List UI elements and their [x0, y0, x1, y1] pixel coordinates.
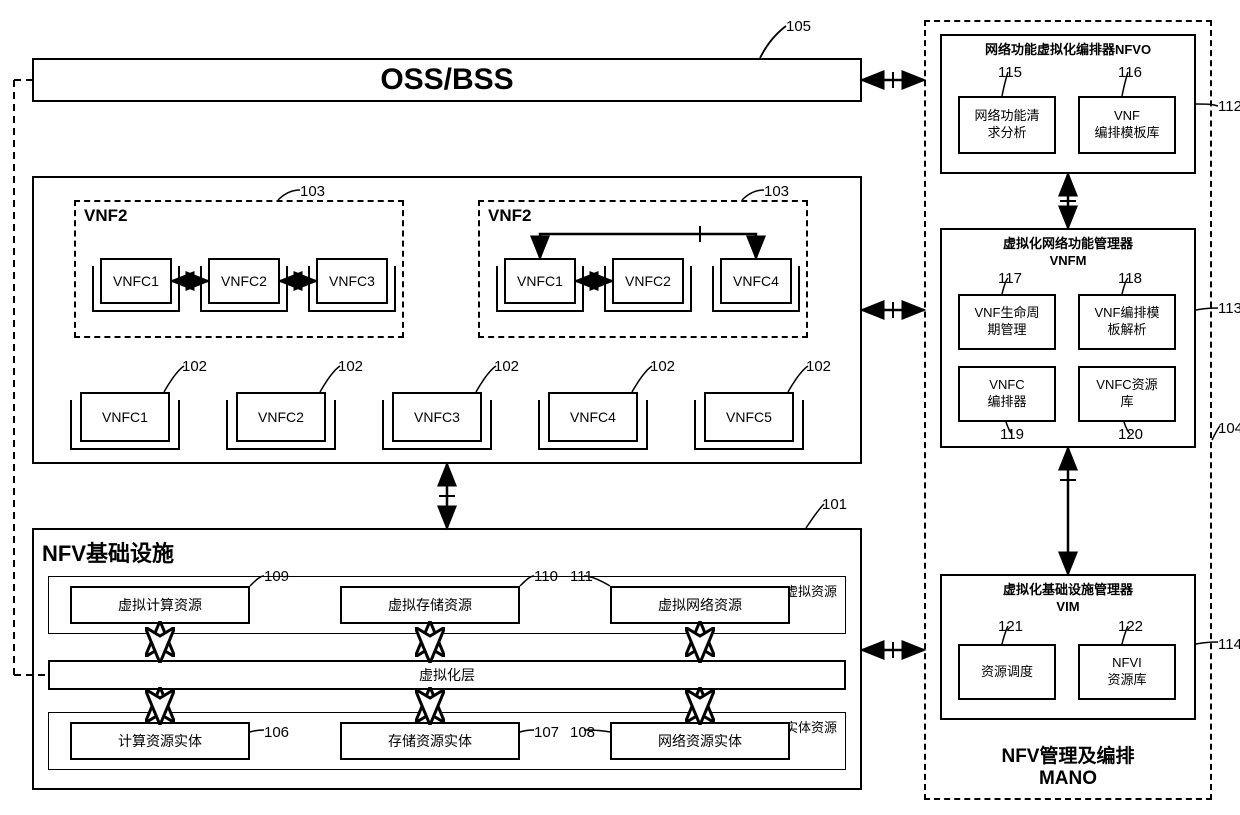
ref-101: 101 [822, 496, 847, 513]
vnfc-g1-3-tray [308, 266, 396, 312]
nfvo-sub-2: VNF 编排模板库 [1078, 96, 1176, 154]
nfvo-title: 网络功能虚拟化编排器NFVO [985, 42, 1151, 59]
virtual-resources-label: 虚拟资源 [785, 581, 837, 600]
nfvi-title: NFV基础设施 [42, 536, 174, 568]
vnf-group-2-title: VNF2 [488, 206, 531, 226]
ref-109: 109 [264, 568, 289, 585]
ref-105: 105 [786, 18, 811, 35]
vnfc-g2-2-tray [604, 266, 692, 312]
physical-res-2: 存储资源实体 [340, 722, 520, 760]
virtual-res-2: 虚拟存储资源 [340, 586, 520, 624]
vnfc-row-5-tray [694, 400, 804, 450]
ref-110: 110 [534, 568, 558, 585]
vnfc-g1-1-tray [92, 266, 180, 312]
ref-120: 120 [1118, 426, 1143, 443]
ref-116: 116 [1118, 64, 1142, 81]
vnfm-sub-3: VNFC 编排器 [958, 366, 1056, 422]
vnfm-sub-4: VNFC资源 库 [1078, 366, 1176, 422]
vnfm-title: 虚拟化网络功能管理器 VNFM [1003, 236, 1133, 270]
ref-102-2: 102 [338, 358, 363, 375]
vnfm-sub-2: VNF编排模 板解析 [1078, 294, 1176, 350]
vnfc-row-2-tray [226, 400, 336, 450]
ref-102-3: 102 [494, 358, 519, 375]
oss-bss-block: OSS/BSS [32, 58, 862, 102]
vim-title: 虚拟化基础设施管理器 VIM [1003, 582, 1133, 616]
ref-102-1: 102 [182, 358, 207, 375]
virtual-res-1: 虚拟计算资源 [70, 586, 250, 624]
vnfm-sub-1: VNF生命周 期管理 [958, 294, 1056, 350]
vnfc-g2-1-tray [496, 266, 584, 312]
ref-108: 108 [570, 724, 595, 741]
ref-121: 121 [998, 618, 1023, 635]
ref-113: 113 [1218, 300, 1240, 317]
vnfc-row-1-tray [70, 400, 180, 450]
physical-res-1: 计算资源实体 [70, 722, 250, 760]
vnfc-g1-2-tray [200, 266, 288, 312]
mano-title: NFV管理及编排 MANO [1001, 741, 1134, 790]
vnf-group-1-title: VNF2 [84, 206, 127, 226]
vnfc-row-4-tray [538, 400, 648, 450]
ref-122: 122 [1118, 618, 1143, 635]
ref-112: 112 [1218, 98, 1240, 115]
ref-107: 107 [534, 724, 559, 741]
ref-118: 118 [1118, 270, 1142, 287]
ref-111: 111 [570, 568, 593, 585]
ref-106: 106 [264, 724, 289, 741]
virt-layer: 虚拟化层 [48, 660, 846, 690]
ref-103-2: 103 [764, 183, 789, 200]
ref-104: 104 [1218, 420, 1240, 437]
ref-117: 117 [998, 270, 1022, 287]
vnfc-row-3-tray [382, 400, 492, 450]
ref-103-1: 103 [300, 183, 325, 200]
vnfc-g2-3-tray [712, 266, 800, 312]
ref-114: 114 [1218, 636, 1240, 653]
oss-bss-title: OSS/BSS [380, 63, 513, 97]
nfvo-sub-1: 网络功能清 求分析 [958, 96, 1056, 154]
physical-resources-label: 实体资源 [785, 717, 837, 736]
ref-102-4: 102 [650, 358, 675, 375]
ref-119: 119 [1000, 426, 1024, 443]
vim-sub-1: 资源调度 [958, 644, 1056, 700]
vim-sub-2: NFVI 资源库 [1078, 644, 1176, 700]
ref-102-5: 102 [806, 358, 831, 375]
virtual-res-3: 虚拟网络资源 [610, 586, 790, 624]
physical-res-3: 网络资源实体 [610, 722, 790, 760]
ref-115: 115 [998, 64, 1022, 81]
